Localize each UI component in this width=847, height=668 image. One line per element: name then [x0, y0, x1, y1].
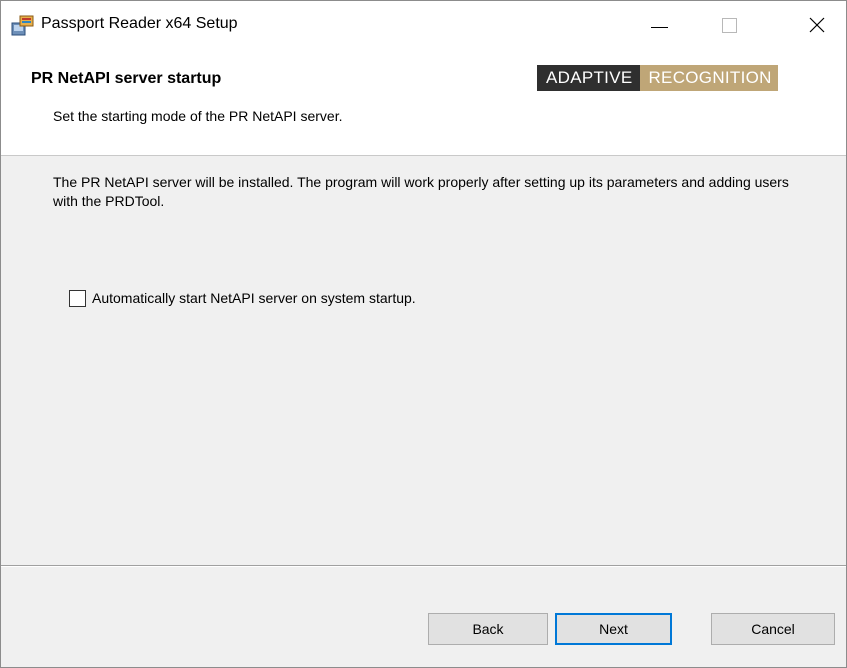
brand-logo: ADAPTIVE RECOGNITION — [537, 65, 778, 91]
installer-icon — [11, 14, 35, 36]
title-bar: Passport Reader x64 Setup — [1, 1, 846, 49]
autostart-option[interactable]: Automatically start NetAPI server on sys… — [69, 287, 416, 309]
autostart-label[interactable]: Automatically start NetAPI server on sys… — [92, 290, 416, 306]
brand-logo-adaptive: ADAPTIVE — [537, 65, 641, 91]
brand-logo-recognition: RECOGNITION — [640, 65, 778, 91]
autostart-checkbox[interactable] — [69, 289, 86, 307]
close-button[interactable] — [789, 1, 845, 49]
page-subtitle: Set the starting mode of the PR NetAPI s… — [53, 108, 343, 124]
close-icon — [809, 17, 825, 33]
maximize-icon — [721, 17, 737, 33]
minimize-button[interactable] — [631, 1, 687, 49]
next-button[interactable]: Next — [555, 613, 672, 645]
back-button[interactable]: Back — [428, 613, 548, 645]
minimize-icon — [650, 26, 668, 28]
maximize-button — [701, 1, 757, 49]
window-title: Passport Reader x64 Setup — [41, 15, 238, 32]
cancel-button[interactable]: Cancel — [711, 613, 835, 645]
dialog-header: PR NetAPI server startup ADAPTIVE RECOGN… — [1, 49, 846, 156]
footer-divider — [1, 565, 846, 567]
page-title: PR NetAPI server startup — [31, 70, 222, 87]
installer-window: Passport Reader x64 Setup PR NetAPI serv… — [0, 0, 847, 668]
description-text: The PR NetAPI server will be installed. … — [53, 174, 789, 209]
